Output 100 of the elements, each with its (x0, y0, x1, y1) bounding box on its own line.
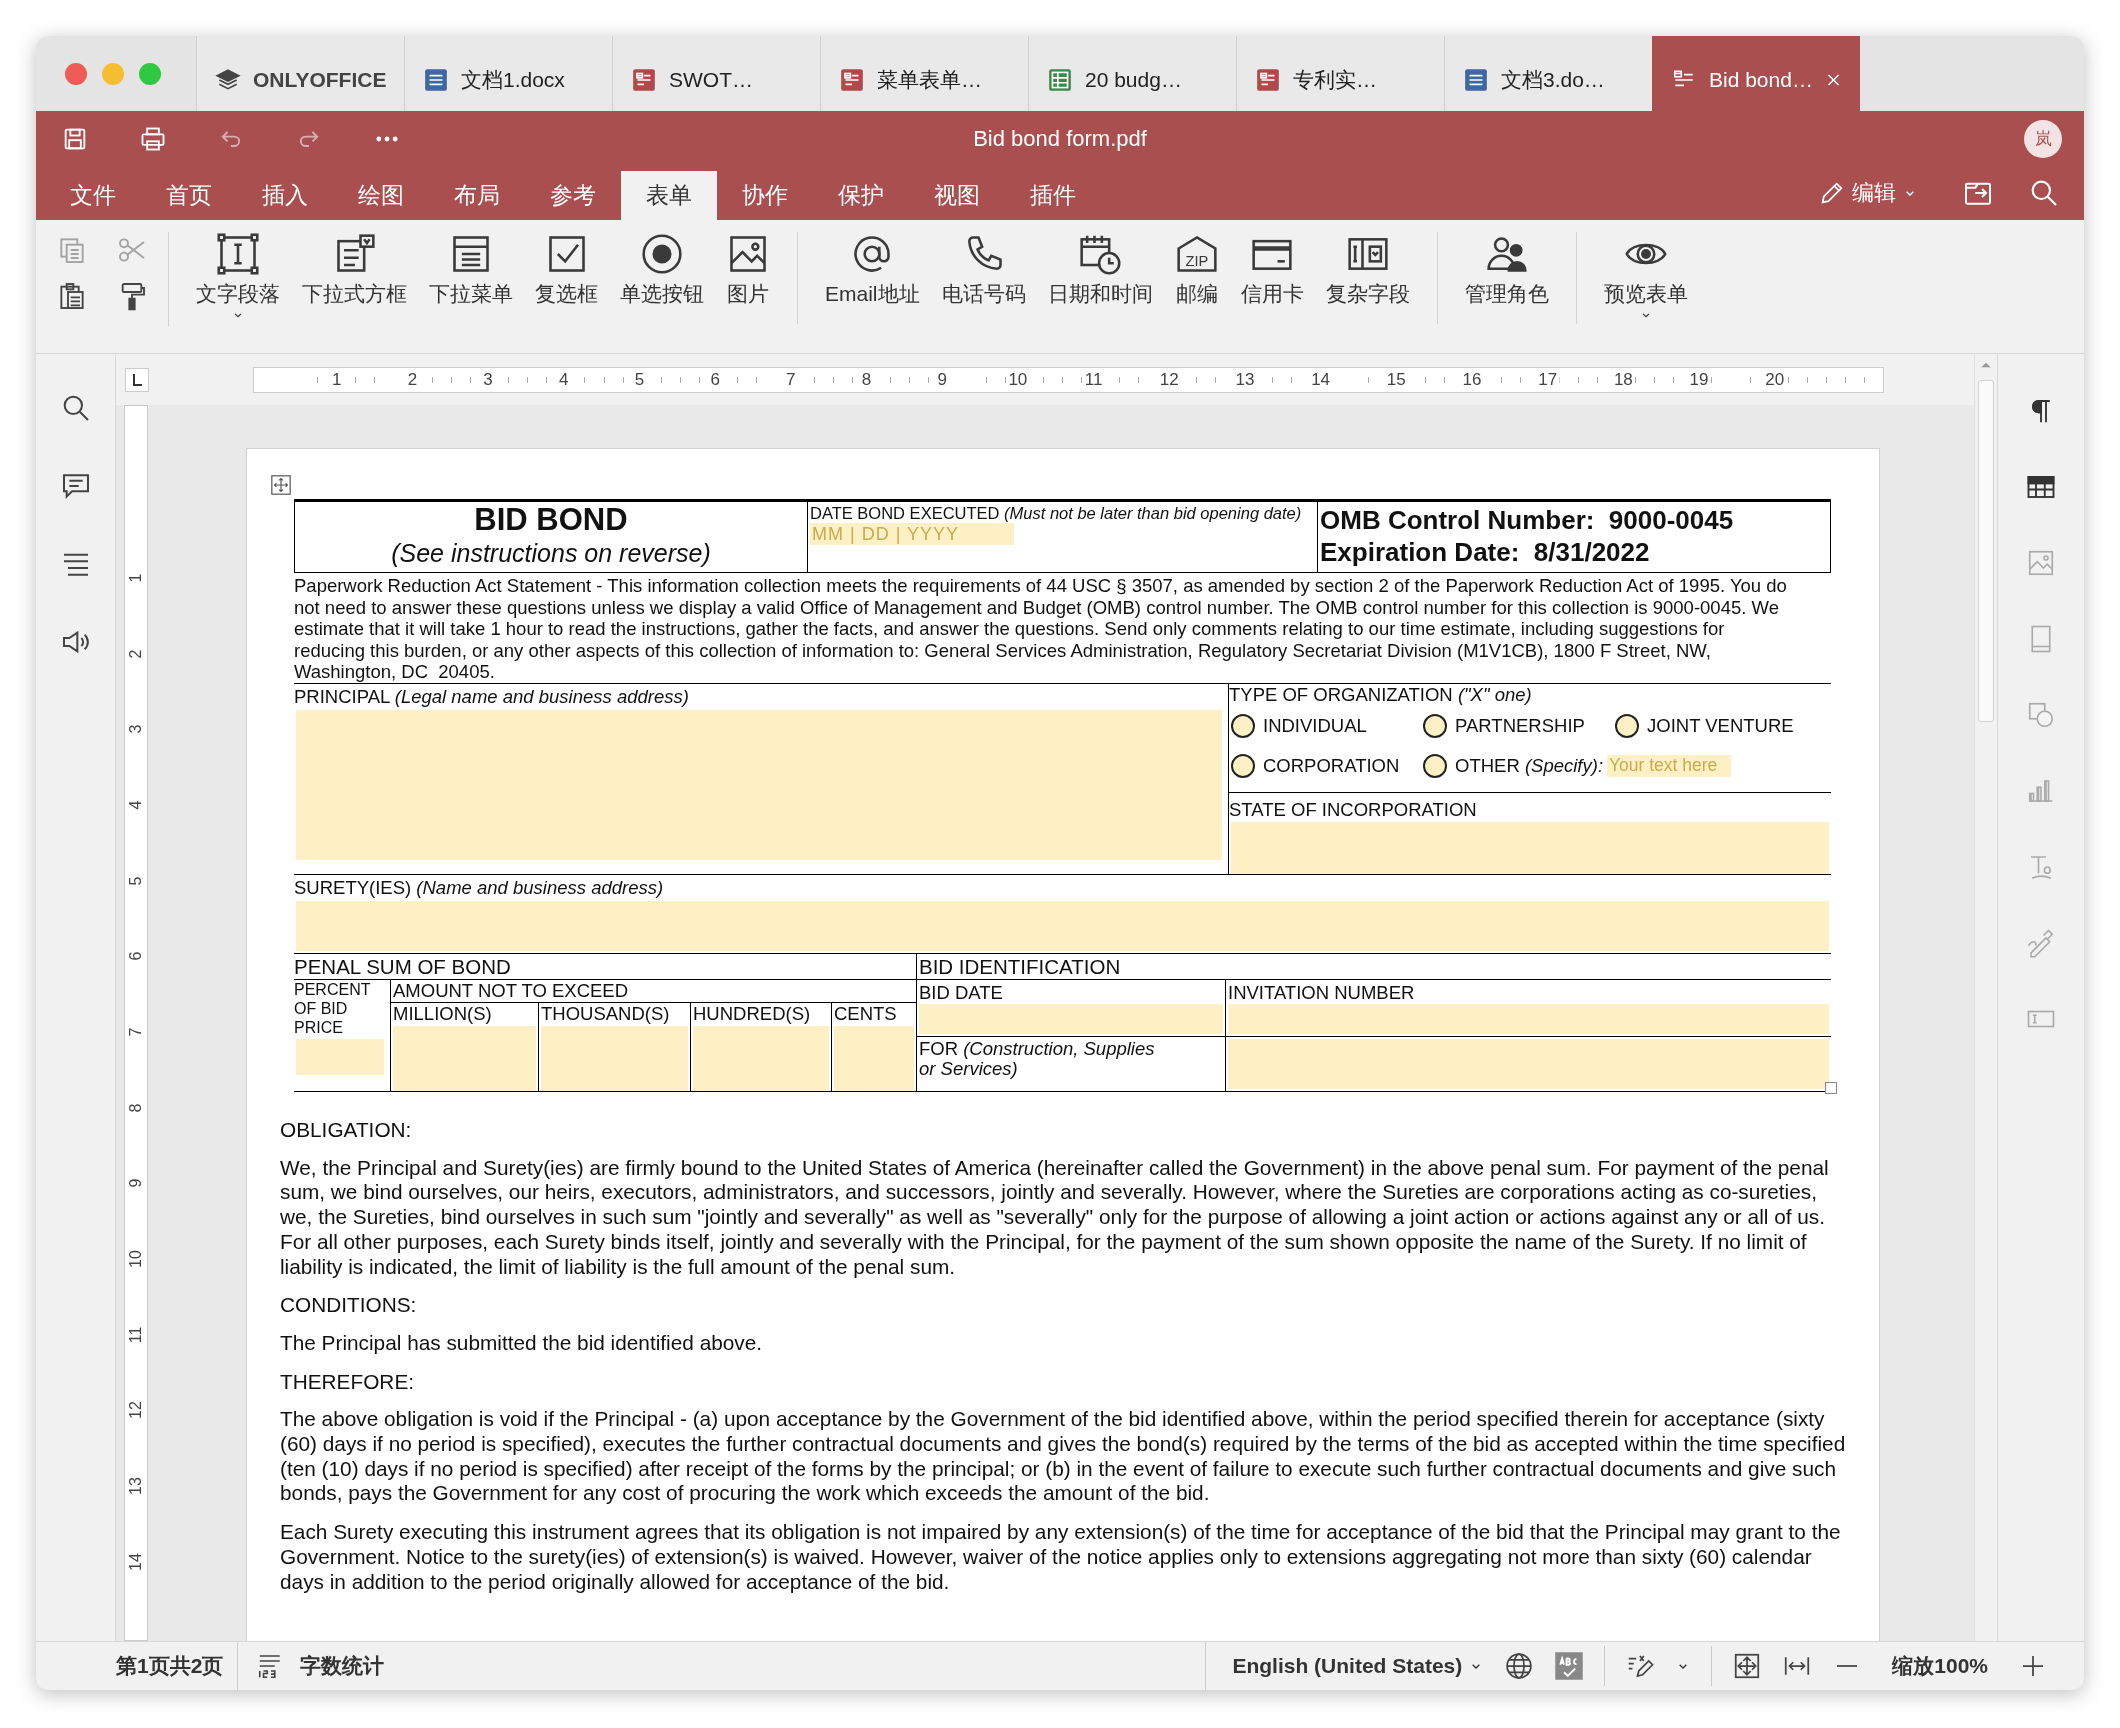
document-title: Bid bond form.pdf (973, 125, 1147, 152)
shape-icon[interactable] (2026, 700, 2056, 730)
omb-number: OMB Control Number: 9000-0045 (1320, 504, 1735, 536)
menu-tab[interactable]: 参考 (525, 171, 621, 220)
option-label: CORPORATION (1263, 754, 1400, 777)
menu-tab[interactable]: 协作 (717, 171, 813, 220)
menu-tab[interactable]: 绘图 (333, 171, 429, 220)
state-field[interactable] (1231, 822, 1829, 874)
radio-button[interactable] (1423, 713, 1447, 738)
document-tab[interactable]: 文档1.docx (404, 36, 612, 111)
word-count-button[interactable]: 字数统计 (238, 1651, 385, 1681)
edit-mode-button[interactable]: 编辑 (1818, 178, 1918, 208)
menu-tab[interactable]: 文件 (45, 171, 141, 220)
for-field[interactable] (1228, 1038, 1829, 1089)
ruler-number: 2 (405, 371, 420, 388)
menu-tab[interactable]: 保护 (813, 171, 909, 220)
amount-field[interactable] (693, 1026, 829, 1091)
surety-field[interactable] (296, 900, 1829, 951)
toolbar-button[interactable]: ZIP 邮编 (1163, 232, 1230, 324)
ruler-number: 10 (1006, 371, 1030, 388)
field-label: TYPE OF ORGANIZATION ("X" one) (1229, 684, 1533, 706)
ruler-number: 8 (859, 371, 874, 388)
amount-field[interactable] (541, 1026, 688, 1091)
toolbar-button[interactable]: 下拉菜单 (418, 232, 524, 324)
vertical-ruler[interactable]: 1 2 3 4 5 6 7 8 9 10 11 12 13 14 (124, 405, 148, 1641)
menu-tab[interactable]: 插入 (237, 171, 333, 220)
principal-field[interactable] (296, 709, 1222, 860)
image-icon[interactable] (2026, 548, 2056, 578)
ruler-number: 10 (128, 1250, 144, 1268)
ruler-number: 9 (128, 1178, 144, 1188)
user-avatar[interactable]: 岚 (2024, 119, 2062, 158)
toolbar-button[interactable]: 信用卡 (1229, 232, 1315, 324)
form-document-icon (1255, 66, 1281, 93)
ruler-number: 14 (128, 1552, 144, 1571)
invitation-number-field[interactable] (1228, 1003, 1829, 1034)
menu-tab[interactable]: 插件 (1005, 171, 1101, 220)
close-window-button[interactable] (65, 62, 87, 85)
menu-tab[interactable]: 布局 (429, 171, 525, 220)
document-tab[interactable]: ONLYOFFICE (196, 36, 404, 111)
ruler-number: 3 (481, 371, 495, 388)
toolbar-button[interactable]: 复选框 (524, 232, 609, 324)
ruler-number: 4 (557, 371, 571, 388)
field-label: DATE BOND EXECUTED (Must not be later than bid opening date) (810, 504, 1303, 523)
ruler-number: 5 (632, 371, 647, 388)
document-tab[interactable]: 菜单表单… (820, 36, 1028, 111)
ruler-number: 6 (708, 371, 722, 388)
form-document-icon (839, 66, 865, 93)
radio-button[interactable] (1615, 713, 1639, 738)
zoom-level[interactable]: 缩放100% (1892, 1652, 1988, 1680)
column-label: HUNDRED(S) (693, 1002, 812, 1024)
globe-icon[interactable] (1504, 1651, 1535, 1681)
scroll-thumb[interactable] (1978, 380, 1994, 722)
tab-stop-selector[interactable] (125, 367, 149, 392)
date-field[interactable]: MM | DD | YYYY (810, 523, 1014, 545)
radio-button[interactable] (1231, 753, 1255, 778)
document-tab[interactable]: 专利实… (1236, 36, 1444, 111)
toolbar-button[interactable]: 日期和时间 (1036, 232, 1164, 324)
menu-tab[interactable]: 首页 (141, 171, 237, 220)
language-selector[interactable]: English (United States) (1232, 1654, 1485, 1678)
amount-field[interactable] (393, 1026, 536, 1091)
ruler-number: 14 (1309, 371, 1333, 388)
paragraph: The Principal has submitted the bid identified above. (280, 1330, 764, 1356)
field-label: STATE OF INCORPORATION (1229, 798, 1478, 820)
vertical-scrollbar[interactable] (1974, 354, 1997, 1641)
specify-field[interactable]: Your text here (1607, 754, 1732, 777)
field-label: BID DATE (919, 982, 1004, 1004)
signature-icon[interactable] (2026, 928, 2056, 958)
toolbar-button[interactable]: 预览表单 (1592, 232, 1699, 324)
horizontal-ruler[interactable]: 1 2 3 4 5 6 7 8 9 10 11 12 13 14 15 16 17 18 19 20 (253, 366, 1884, 393)
toolbar-button[interactable]: 单选按钮 (609, 232, 715, 324)
field-label: AMOUNT NOT TO EXCEED (391, 980, 916, 1003)
toolbar-button[interactable]: 图片 (715, 232, 781, 324)
percent-field[interactable] (296, 1039, 384, 1075)
ruler-number: 8 (128, 1103, 144, 1113)
toolbar-button[interactable]: 电话号码 (930, 232, 1037, 324)
section-heading: CONDITIONS: (280, 1293, 418, 1318)
move-handle-icon[interactable] (270, 474, 292, 496)
resize-handle[interactable] (1825, 1082, 1837, 1094)
menu-tab[interactable]: 表单 (621, 171, 717, 220)
radio-button[interactable] (1231, 713, 1255, 738)
radio-button[interactable] (1423, 753, 1447, 778)
document-tab[interactable]: 文档3.do… (1444, 36, 1652, 111)
document-tab[interactable]: Bid bond… (1652, 36, 1860, 111)
toolbar-button[interactable]: 下拉式方框 (291, 232, 418, 324)
amount-field[interactable] (834, 1026, 914, 1091)
bid-date-field[interactable] (919, 1003, 1223, 1034)
ruler-number: 2 (128, 649, 144, 658)
page-indicator[interactable]: 第1页共2页 (36, 1642, 239, 1690)
ruler-number: 9 (935, 371, 949, 388)
toolbar-button[interactable]: Email地址 (814, 232, 931, 324)
toolbar-button[interactable]: 复杂字段 (1314, 232, 1421, 324)
document-icon (1463, 66, 1489, 93)
toolbar-button[interactable]: 管理角色 (1453, 232, 1560, 324)
spell-check-icon[interactable] (1554, 1651, 1585, 1681)
document-tab[interactable]: 20 budg… (1028, 36, 1236, 111)
ruler-number: 16 (1460, 371, 1484, 388)
menu-tab[interactable]: 视图 (909, 171, 1005, 220)
toolbar-button[interactable]: 文字段落 (185, 232, 291, 324)
text-field-icon (216, 232, 260, 276)
document-tab[interactable]: SWOT… (612, 36, 820, 111)
